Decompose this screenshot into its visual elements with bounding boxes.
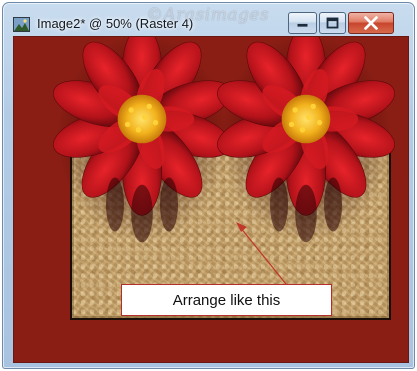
minimize-icon	[297, 23, 308, 27]
close-icon	[364, 16, 378, 30]
image-document-icon	[13, 17, 30, 32]
title-bar[interactable]: Image2* @ 50% (Raster 4) ©Arasimages	[3, 3, 414, 37]
minimize-button[interactable]	[288, 12, 317, 34]
watermark-text: ©Arasimages	[146, 5, 270, 25]
annotation-label: Arrange like this	[172, 291, 281, 309]
close-button[interactable]	[348, 12, 394, 34]
maximize-icon	[326, 17, 339, 29]
image-canvas[interactable]: Arrange like this	[13, 36, 409, 363]
image-window: Image2* @ 50% (Raster 4) ©Arasimages Arr…	[2, 2, 415, 369]
maximize-button[interactable]	[319, 12, 346, 34]
annotation-box: Arrange like this	[121, 284, 332, 316]
